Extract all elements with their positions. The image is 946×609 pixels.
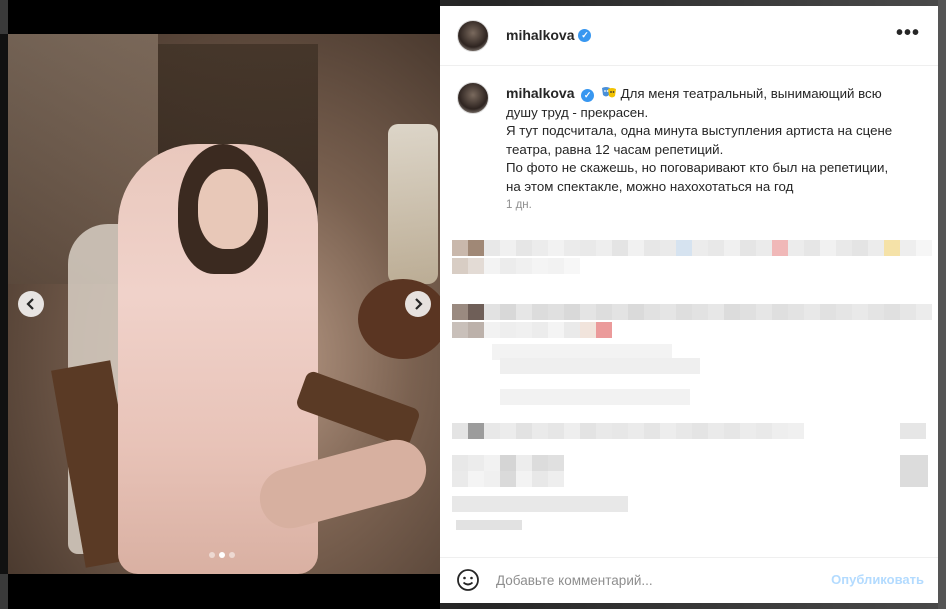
blurred-comment-row — [452, 471, 564, 487]
post-header: mihalkova ✓ ••• — [440, 6, 938, 66]
header-user: mihalkova ✓ — [506, 27, 592, 43]
caption-line: Для меня театральный, вынимающий всю — [620, 86, 882, 101]
verified-badge-icon: ✓ — [581, 88, 595, 102]
chevron-left-icon — [26, 298, 34, 310]
emoji-smile-icon[interactable] — [456, 568, 480, 592]
carousel-next-button[interactable] — [405, 291, 431, 317]
blurred-comment-row — [452, 423, 804, 439]
carousel-dot — [229, 552, 235, 558]
blurred-comment-row — [452, 496, 628, 512]
photo-face — [198, 169, 258, 249]
blurred-comment-row — [900, 423, 926, 439]
carousel-prev-button[interactable] — [18, 291, 44, 317]
carousel-indicator — [209, 552, 235, 558]
comment-input[interactable] — [496, 570, 816, 590]
caption-line: театра, равна 12 часам репетиций. — [506, 141, 724, 157]
verified-badge-icon: ✓ — [578, 28, 592, 42]
caption-line: По фото не скажешь, но поговаривают кто … — [506, 160, 889, 175]
chevron-right-icon — [415, 298, 423, 310]
backdrop-left-edge — [0, 34, 8, 574]
carousel-dot — [209, 552, 215, 558]
post-side-panel: mihalkova ✓ ••• mihalkova ✓ Для меня теа… — [440, 6, 938, 603]
caption-line: душу труд - прекрасен. — [506, 104, 649, 120]
more-options-icon[interactable]: ••• — [896, 22, 920, 45]
username-link[interactable]: mihalkova — [506, 27, 574, 43]
blurred-comment-row — [500, 358, 700, 374]
blurred-comment-row — [900, 455, 928, 487]
caption-username-link[interactable]: mihalkova — [506, 85, 574, 101]
carousel-dot-active — [219, 552, 225, 558]
post-timestamp[interactable]: 1 дн. — [506, 199, 532, 211]
blurred-comment-row — [500, 389, 690, 405]
post-caption: mihalkova ✓ Для меня театральный, вынима… — [506, 84, 916, 196]
caption-line: на этом спектакле, можно нахохотаться на… — [506, 178, 794, 194]
publish-button[interactable]: Опубликовать — [831, 572, 924, 587]
theater-masks-emoji-icon — [601, 87, 616, 98]
backdrop-right-edge — [938, 0, 946, 609]
blurred-comment-row — [452, 258, 580, 274]
blurred-comment-row — [452, 322, 612, 338]
blurred-comment-row — [452, 240, 932, 256]
blurred-comment-row — [452, 455, 564, 471]
photo-side-table — [358, 279, 440, 359]
caption-avatar[interactable] — [457, 82, 489, 114]
caption-line: Я тут подсчитала, одна минута выступлени… — [506, 123, 893, 138]
post-photo — [8, 34, 440, 574]
photo-lamp — [388, 124, 438, 284]
post-media-area — [8, 0, 440, 609]
avatar[interactable] — [457, 20, 489, 52]
blurred-comment-row — [452, 304, 932, 320]
blurred-comment-row — [456, 520, 522, 530]
comment-composer: Опубликовать — [440, 557, 938, 603]
